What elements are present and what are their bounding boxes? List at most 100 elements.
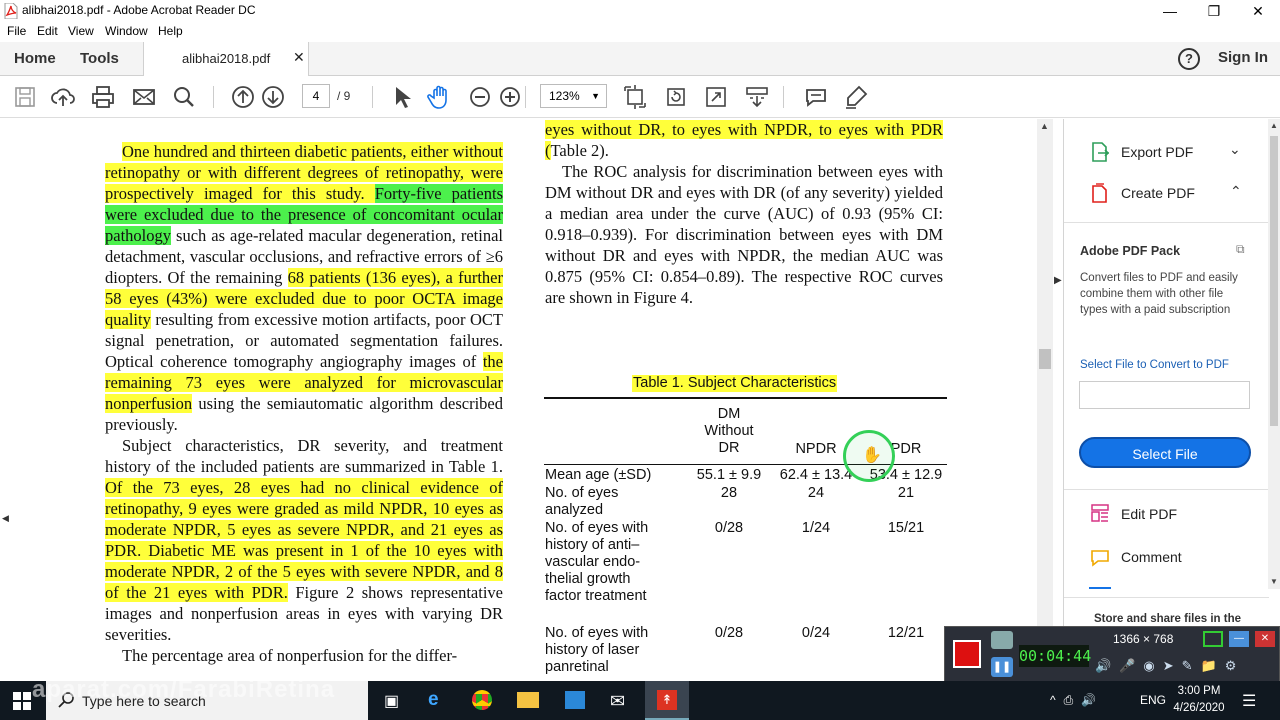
scrollbar-thumb[interactable]	[1270, 136, 1278, 426]
copy-icon[interactable]: ⧉	[1236, 242, 1245, 257]
table-row-label: No. of eyes with history of anti– vascul…	[545, 520, 649, 604]
clock-time[interactable]: 3:00 PM	[1176, 685, 1222, 697]
edit-pdf-icon	[1089, 502, 1111, 524]
sign-in-link[interactable]: Sign In	[1218, 49, 1268, 66]
pdf-pack-description: Convert files to PDF and easily combine …	[1080, 272, 1238, 316]
page-up-icon[interactable]	[230, 84, 256, 110]
mail-icon[interactable]: ✉	[610, 691, 625, 712]
print-icon[interactable]	[90, 84, 116, 110]
table-cell: 12/21	[887, 625, 925, 641]
store-share-text: Store and share files in the	[1094, 613, 1241, 625]
menu-edit[interactable]: Edit	[37, 24, 58, 38]
right-pane-scrollbar[interactable]: ▲ ▼	[1268, 119, 1280, 589]
zoom-select[interactable]: 123% ▼	[540, 84, 607, 108]
comment-link[interactable]: Comment	[1121, 549, 1182, 565]
menu-help[interactable]: Help	[158, 24, 183, 38]
select-cursor-icon[interactable]	[388, 84, 414, 110]
close-tab-icon[interactable]: ✕	[293, 49, 305, 66]
tab-document[interactable]: alibhai2018.pdf ✕	[143, 42, 309, 76]
camera-icon[interactable]	[991, 631, 1013, 649]
file-drop-field[interactable]	[1079, 381, 1250, 409]
divider	[1064, 597, 1269, 598]
close-window-button[interactable]: ✕	[1236, 0, 1280, 22]
clock-date[interactable]: 4/26/2020	[1172, 702, 1226, 714]
scroll-down-arrow-icon[interactable]: ▼	[1270, 577, 1278, 586]
comment-icon[interactable]	[803, 84, 829, 110]
acrobat-taskbar-button[interactable]: ↟	[645, 681, 689, 720]
convert-label: Select File to Convert to PDF	[1080, 359, 1229, 371]
help-icon[interactable]: ?	[1178, 48, 1200, 70]
document-scrollbar[interactable]: ▲ ▼	[1037, 119, 1053, 681]
title-bar: alibhai2018.pdf - Adobe Acrobat Reader D…	[0, 0, 1280, 22]
email-icon[interactable]	[131, 84, 157, 110]
table-row-label: Mean age (±SD)	[545, 467, 652, 483]
table-cell: 0/28	[714, 625, 744, 641]
tab-bar: Home Tools alibhai2018.pdf ✕ ? Sign In	[0, 42, 1280, 76]
table-cell: 28	[720, 485, 738, 501]
region-icon[interactable]	[1203, 631, 1223, 647]
page-total: / 9	[337, 89, 351, 103]
table-cell: 24	[807, 485, 825, 501]
record-stop-button[interactable]	[953, 640, 981, 668]
chevron-up-icon[interactable]: ⌃	[1230, 183, 1242, 200]
file-explorer-icon[interactable]	[517, 692, 539, 708]
menu-view[interactable]: View	[68, 24, 94, 38]
menu-window[interactable]: Window	[105, 24, 148, 38]
acrobat-taskbar-icon: ↟	[657, 690, 677, 710]
close-recorder-icon[interactable]: ✕	[1255, 631, 1275, 647]
zoom-in-icon[interactable]	[497, 84, 523, 110]
menu-file[interactable]: File	[7, 24, 26, 38]
system-tray-icons[interactable]: ^⎙🔊	[1050, 693, 1104, 708]
document-viewport[interactable]: ◀ One hundred and thirteen diabetic pati…	[0, 119, 1062, 681]
table-cell: 0/28	[714, 520, 744, 536]
page-number-input[interactable]: 4	[302, 84, 330, 108]
right-pane-toggle-icon[interactable]: ▶	[1054, 275, 1062, 286]
search-icon[interactable]	[171, 84, 197, 110]
window-title: alibhai2018.pdf - Adobe Acrobat Reader D…	[22, 3, 256, 17]
highlight-pen-icon[interactable]	[843, 84, 869, 110]
select-file-button[interactable]: Select File	[1079, 437, 1251, 468]
toolbar-separator	[213, 86, 214, 108]
task-view-icon[interactable]: ▣	[384, 691, 399, 711]
save-icon[interactable]	[12, 84, 38, 110]
tab-tools[interactable]: Tools	[80, 42, 119, 75]
tab-home[interactable]: Home	[14, 42, 56, 75]
scroll-mode-icon[interactable]	[744, 84, 770, 110]
comment-tool-icon	[1089, 546, 1111, 568]
minimize-recorder-icon[interactable]: —	[1229, 631, 1249, 647]
cloud-upload-icon[interactable]	[50, 84, 76, 110]
export-pdf-icon	[1089, 141, 1111, 163]
table-cell: 55.1 ± 9.9	[696, 467, 762, 483]
pause-icon[interactable]: ❚❚	[991, 657, 1013, 677]
chrome-icon[interactable]	[472, 690, 492, 710]
fit-page-icon[interactable]	[622, 84, 648, 110]
rotate-icon[interactable]	[663, 84, 689, 110]
export-pdf-link[interactable]: Export PDF	[1121, 144, 1193, 160]
watermark-text: aparat.com/FarabiRetina	[32, 676, 336, 703]
create-pdf-link[interactable]: Create PDF	[1121, 185, 1195, 201]
scrollbar-thumb[interactable]	[1039, 349, 1051, 369]
recorder-tool-icons[interactable]: 🔊🎤◉➤✎📁⚙	[1095, 658, 1275, 678]
table-cell: 0/24	[801, 625, 831, 641]
scroll-up-arrow-icon[interactable]: ▲	[1270, 121, 1278, 130]
restore-button[interactable]: ❐	[1192, 0, 1236, 22]
recording-timer: 00:04:44	[1019, 645, 1092, 667]
divider	[1064, 222, 1269, 223]
scroll-up-arrow-icon[interactable]: ▲	[1040, 121, 1049, 131]
table-body: Mean age (±SD) 55.1 ± 9.9 62.4 ± 13.4 53.4 …	[0, 119, 1037, 681]
page-down-icon[interactable]	[260, 84, 286, 110]
language-indicator[interactable]: ENG	[1140, 693, 1166, 707]
notification-icon[interactable]: ☰	[1242, 691, 1256, 711]
menu-bar: File Edit View Window Help	[0, 22, 1280, 42]
windows-start-icon[interactable]	[13, 692, 31, 710]
store-icon[interactable]	[565, 691, 585, 709]
edge-icon[interactable]: e	[428, 689, 439, 711]
edit-pdf-link[interactable]: Edit PDF	[1121, 506, 1177, 522]
chevron-down-icon[interactable]: ⌄	[1229, 141, 1241, 158]
fullscreen-icon[interactable]	[703, 84, 729, 110]
zoom-out-icon[interactable]	[467, 84, 493, 110]
partial-tool-icon	[1089, 587, 1111, 593]
minimize-button[interactable]: —	[1148, 0, 1192, 22]
hand-icon[interactable]	[427, 84, 453, 110]
toolbar	[0, 76, 1280, 118]
